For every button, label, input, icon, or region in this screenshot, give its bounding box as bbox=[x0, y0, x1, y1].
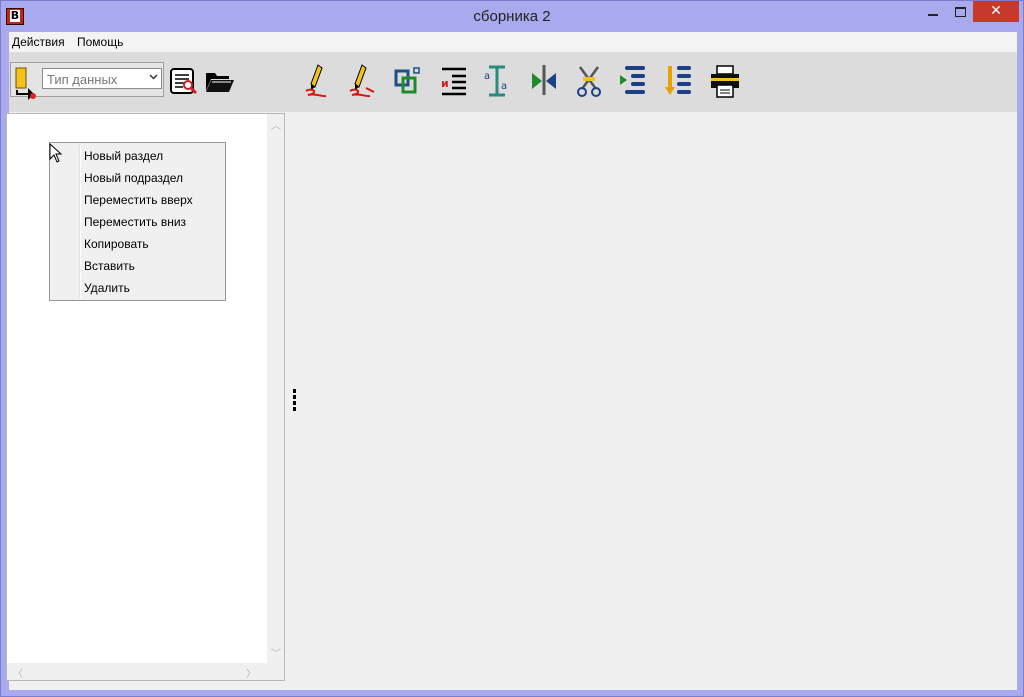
chevron-down-icon bbox=[149, 74, 158, 80]
import-icon bbox=[15, 67, 36, 100]
context-item-new-subsection[interactable]: Новый подраздел bbox=[84, 167, 222, 189]
menu-actions[interactable]: Действия bbox=[12, 35, 65, 49]
edit-pencil-icon bbox=[305, 64, 327, 98]
preview-icon bbox=[170, 68, 198, 95]
scroll-up-icon[interactable]: ︿ bbox=[271, 117, 281, 132]
toolbar: Тип данных и a a bbox=[9, 52, 1017, 112]
close-button[interactable]: ✕ bbox=[973, 1, 1019, 22]
minimize-icon bbox=[928, 14, 938, 16]
svg-text:a: a bbox=[501, 81, 507, 92]
text-format-button[interactable]: a a bbox=[481, 63, 515, 99]
scissors-icon bbox=[577, 66, 601, 97]
menu-bar: Действия Помощь bbox=[9, 32, 1017, 52]
print-icon bbox=[711, 65, 739, 98]
menu-help[interactable]: Помощь bbox=[77, 35, 123, 49]
download-list-icon bbox=[665, 66, 691, 95]
horizontal-scrollbar[interactable]: 〈 〉 bbox=[7, 663, 268, 680]
svg-text:a: a bbox=[484, 71, 490, 82]
merge-icon bbox=[532, 65, 556, 95]
mouse-cursor-icon bbox=[49, 143, 63, 163]
numbered-list-button[interactable]: и bbox=[436, 63, 470, 99]
import-button[interactable] bbox=[10, 64, 40, 100]
window-title: сборника 2 bbox=[473, 8, 551, 25]
client-area: Действия Помощь Тип данных и a a ︿ ﹀ 〈 〉 bbox=[6, 32, 1017, 690]
svg-text:и: и bbox=[441, 77, 449, 90]
pane-splitter[interactable] bbox=[293, 389, 296, 417]
merge-button[interactable] bbox=[527, 63, 561, 99]
maximize-button[interactable] bbox=[946, 1, 973, 22]
link-icon bbox=[394, 67, 420, 94]
edit-pencil-alt-icon bbox=[349, 64, 375, 98]
insert-list-icon bbox=[620, 66, 645, 94]
scroll-down-icon[interactable]: ﹀ bbox=[271, 645, 281, 660]
link-button[interactable] bbox=[390, 63, 424, 99]
cut-button[interactable] bbox=[572, 63, 606, 99]
datatype-select[interactable]: Тип данных bbox=[42, 68, 162, 89]
context-menu: Новый раздел Новый подраздел Переместить… bbox=[49, 142, 226, 301]
text-format-icon: a a bbox=[484, 65, 507, 97]
numbered-list-icon: и bbox=[441, 67, 466, 96]
print-button[interactable] bbox=[708, 63, 742, 99]
vertical-scrollbar[interactable]: ︿ ﹀ bbox=[267, 114, 284, 663]
scroll-right-icon[interactable]: 〉 bbox=[246, 665, 256, 680]
minimize-button[interactable] bbox=[919, 1, 946, 22]
datatype-select-value: Тип данных bbox=[47, 72, 118, 87]
context-menu-gutter bbox=[79, 145, 81, 298]
preview-button[interactable] bbox=[167, 63, 201, 99]
context-item-delete[interactable]: Удалить bbox=[84, 277, 222, 299]
maximize-icon bbox=[955, 7, 966, 17]
insert-list-button[interactable] bbox=[617, 63, 651, 99]
context-item-new-section[interactable]: Новый раздел bbox=[84, 145, 222, 167]
context-item-move-up[interactable]: Переместить вверх bbox=[84, 189, 222, 211]
scrollbar-corner bbox=[267, 663, 284, 680]
open-folder-icon bbox=[206, 73, 234, 92]
download-list-button[interactable] bbox=[662, 63, 696, 99]
open-folder-button[interactable] bbox=[203, 63, 237, 99]
context-item-paste[interactable]: Вставить bbox=[84, 255, 222, 277]
context-item-move-down[interactable]: Переместить вниз bbox=[84, 211, 222, 233]
edit-button[interactable] bbox=[300, 63, 334, 99]
title-bar[interactable]: B сборника 2 ✕ bbox=[1, 1, 1023, 32]
scroll-left-icon[interactable]: 〈 bbox=[13, 665, 23, 680]
app-window: B сборника 2 ✕ Действия Помощь Тип данны… bbox=[0, 0, 1024, 697]
close-icon: ✕ bbox=[990, 3, 1002, 19]
context-item-copy[interactable]: Копировать bbox=[84, 233, 222, 255]
edit-alt-button[interactable] bbox=[344, 63, 378, 99]
